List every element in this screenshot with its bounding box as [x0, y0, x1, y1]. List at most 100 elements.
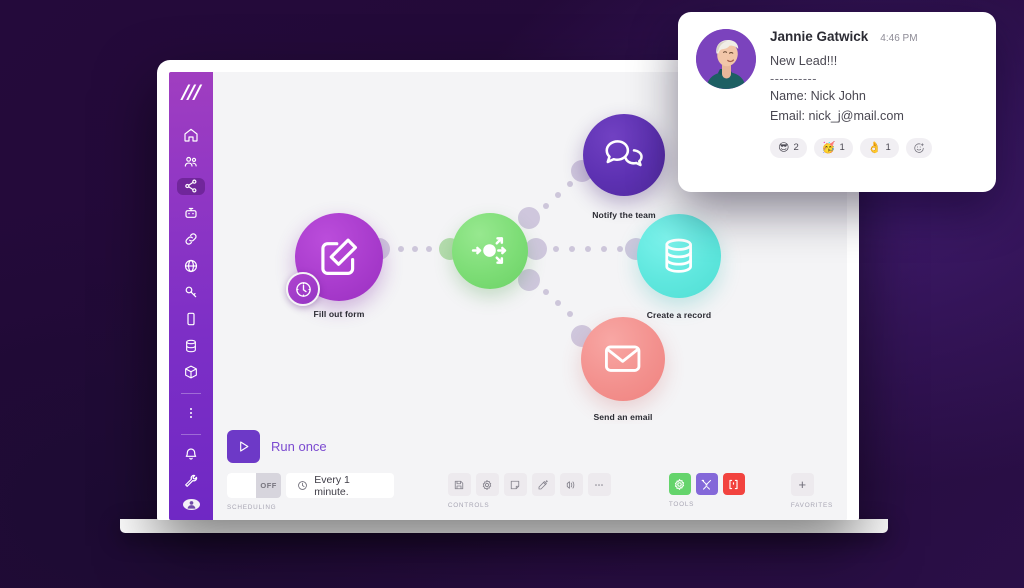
reaction-pill[interactable]: 😎 2: [770, 137, 807, 158]
router-bubble[interactable]: [452, 213, 528, 289]
reaction-emoji: 🥳: [821, 141, 836, 155]
run-once-button[interactable]: [227, 430, 260, 463]
avatar-icon: [187, 501, 195, 509]
sidebar-item-data-structures[interactable]: [177, 364, 205, 381]
notes-button[interactable]: [503, 473, 527, 496]
run-once-label[interactable]: Run once: [271, 439, 327, 454]
schedule-interval-field[interactable]: Every 1 minute.: [286, 473, 394, 498]
edit-square-icon: [321, 238, 358, 276]
gear-icon: [483, 479, 492, 490]
favorites-group-label: FAVORITES: [790, 502, 833, 509]
node-label: Send an email: [593, 412, 653, 422]
speech-bubbles-icon: [605, 139, 643, 167]
controls-group-label: CONTROLS: [447, 502, 490, 509]
clock-icon: [295, 281, 311, 297]
scenario-bottom-bar: Run once OFF Every 1 minute. SCHEDULING …: [213, 424, 847, 520]
play-icon: [240, 441, 249, 452]
avatar: [696, 29, 756, 89]
sidebar-item-notifications[interactable]: [177, 446, 205, 463]
create-a-record-bubble[interactable]: [637, 214, 721, 298]
auto-align-button[interactable]: [531, 473, 555, 496]
favorites-group: + FAVORITES: [790, 473, 833, 509]
add-favorite-button[interactable]: +: [790, 473, 814, 496]
chat-header: Jannie Gatwick 4:46 PM: [770, 29, 978, 44]
share-nodes-icon: [185, 179, 197, 193]
save-button[interactable]: [447, 473, 471, 496]
reaction-pill[interactable]: 🥳 1: [813, 137, 853, 158]
save-disk-icon: [455, 480, 464, 489]
sidebar-item-devices[interactable]: [177, 311, 205, 328]
explain-flow-button[interactable]: [559, 473, 583, 496]
chat-message-line: New Lead!!!: [770, 54, 838, 68]
toggle-knob: [227, 473, 256, 498]
brackets-icon: [729, 479, 738, 489]
node-label: Fill out form: [313, 309, 365, 319]
router-split-icon: [472, 237, 507, 265]
note-icon: [511, 480, 520, 489]
sidebar-item-webhooks[interactable]: [177, 258, 205, 275]
magic-wand-icon: [538, 479, 549, 489]
chat-message-line: Email: nick_j@mail.com: [770, 108, 904, 123]
avatar-photo: [696, 29, 756, 89]
sidebar-divider-2: [181, 434, 201, 436]
screenshot-stage: /// Fill out form Notify the team Create…: [0, 0, 1024, 588]
sidebar-divider-1: [181, 393, 201, 394]
wrench-icon: [185, 474, 198, 487]
reaction-count: 2: [793, 142, 799, 154]
reaction-emoji: 😎: [778, 141, 790, 155]
reaction-count: 1: [839, 142, 845, 154]
people-icon: [184, 156, 197, 167]
notify-the-team-bubble[interactable]: [583, 114, 665, 196]
chat-content: Jannie Gatwick 4:46 PM New Lead!!! -----…: [770, 29, 978, 192]
sidebar-item-home[interactable]: [177, 127, 205, 144]
envelope-icon: [605, 345, 641, 373]
dots-vertical-icon: [190, 408, 192, 419]
scheduling-group-label: SCHEDULING: [227, 504, 277, 511]
sidebar-item-keys[interactable]: [177, 284, 205, 301]
add-reaction-button[interactable]: [905, 137, 932, 158]
sidebar-item-profile[interactable]: [182, 499, 200, 511]
sidebar-item-connections[interactable]: [177, 231, 205, 248]
globe-icon: [184, 259, 198, 272]
home-icon: [184, 128, 198, 142]
sidebar-item-team[interactable]: [177, 154, 205, 171]
sidebar-item-templates[interactable]: [177, 205, 205, 222]
clock-icon: [298, 481, 308, 490]
node-label: Create a record: [646, 310, 712, 320]
sidebar-item-tools[interactable]: [177, 473, 205, 490]
make-logo: ///: [182, 81, 201, 103]
sidebar-item-data-stores[interactable]: [177, 337, 205, 354]
scheduling-group: OFF Every 1 minute. SCHEDULING: [227, 473, 394, 511]
chat-reactions: 😎 2 🥳 1 👌 1: [770, 137, 978, 158]
reaction-emoji: 👌: [867, 141, 882, 155]
phone-icon: [187, 312, 195, 326]
bell-icon: [185, 448, 197, 460]
tools-gear-button[interactable]: [668, 473, 691, 495]
bottom-bar-groups: OFF Every 1 minute. SCHEDULING CONTROLS …: [227, 473, 833, 511]
database-stack-icon: [665, 238, 693, 274]
tools-brackets-button[interactable]: [722, 473, 745, 495]
link-icon: [185, 233, 197, 246]
key-icon: [185, 287, 197, 298]
controls-group: CONTROLS: [447, 473, 611, 509]
send-an-email-bubble[interactable]: [581, 317, 665, 401]
add-reaction-icon: [914, 143, 924, 153]
fill-out-form-schedule-badge[interactable]: [286, 272, 320, 306]
sidebar-item-scenarios[interactable]: [177, 178, 205, 195]
chat-author: Jannie Gatwick: [770, 29, 869, 44]
laptop-base: [120, 519, 888, 533]
chat-message-divider: ----------: [770, 71, 817, 86]
reaction-pill[interactable]: 👌 1: [859, 137, 899, 158]
tools-wrench-button[interactable]: [695, 473, 718, 495]
scheduling-toggle[interactable]: OFF: [227, 473, 282, 498]
app-sidebar: ///: [169, 72, 213, 520]
toggle-state-label: OFF: [260, 481, 277, 490]
settings-button[interactable]: [475, 473, 499, 496]
run-once-row: Run once: [227, 430, 833, 463]
ellipsis-icon: [595, 483, 604, 486]
sidebar-item-more[interactable]: [177, 405, 205, 422]
chat-notification-card[interactable]: Jannie Gatwick 4:46 PM New Lead!!! -----…: [678, 12, 996, 192]
more-options-button[interactable]: [587, 473, 611, 496]
flow-icon: [567, 480, 575, 489]
chat-timestamp: 4:46 PM: [880, 33, 918, 44]
